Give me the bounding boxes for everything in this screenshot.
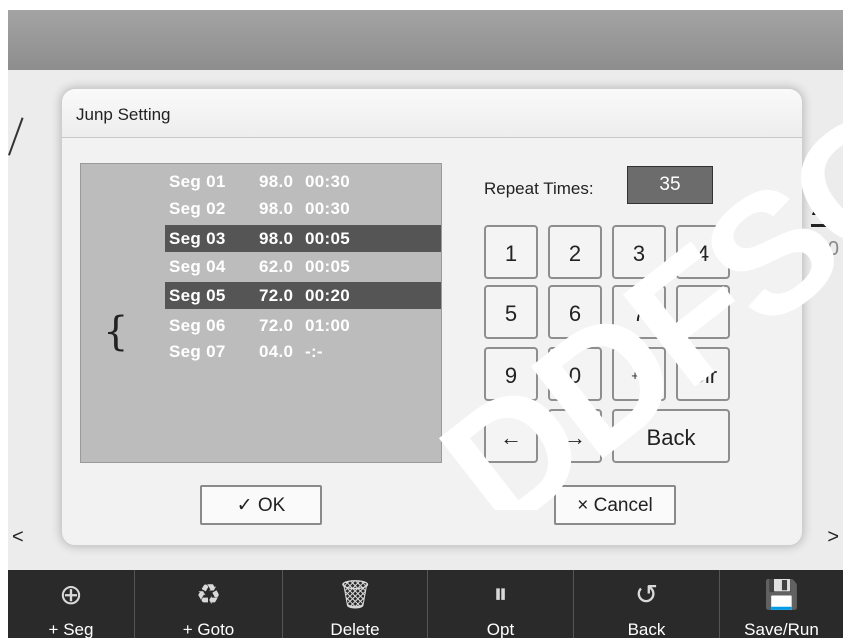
background-divider (811, 224, 843, 227)
loop-bracket-icon: { (103, 309, 129, 355)
options-button[interactable]: ⏸ Opt (428, 570, 574, 638)
toolbar-label: Save/Run (744, 620, 819, 638)
key-sign[interactable]: +/- (612, 347, 666, 401)
segment-time: 00:05 (305, 229, 350, 248)
scroll-right-button[interactable]: > (827, 526, 839, 549)
segment-time: 01:00 (305, 316, 350, 335)
segment-temp: 72.0 (259, 286, 294, 305)
add-segment-button[interactable]: ⊕ + Seg (8, 570, 135, 638)
add-segment-icon: ⊕ (59, 579, 83, 610)
back-icon: ↺ (634, 579, 659, 610)
key-6[interactable]: 6 (548, 285, 602, 339)
toolbar-label: Back (627, 620, 666, 638)
key-5[interactable]: 5 (484, 285, 538, 339)
segment-time: 00:05 (305, 257, 350, 276)
segment-name: Seg 07 (169, 342, 226, 361)
segment-name: Seg 01 (169, 172, 226, 191)
save-run-icon: 💾 (764, 579, 799, 610)
pause-icon: ⏸ (493, 578, 508, 609)
segment-name: Seg 05 (169, 286, 226, 305)
segment-time: 00:30 (305, 172, 350, 191)
repeat-times-input[interactable]: 35 (627, 166, 713, 204)
key-4[interactable]: 4 (676, 225, 730, 279)
key-7[interactable]: 7 (612, 285, 666, 339)
recycle-icon: ♻ (195, 579, 222, 610)
key-9[interactable]: 9 (484, 347, 538, 401)
dialog-header: Junp Setting (62, 89, 802, 138)
segment-temp: 98.0 (259, 229, 294, 248)
segment-time: 00:30 (305, 199, 350, 218)
key-1[interactable]: 1 (484, 225, 538, 279)
toolbar-label: + Seg (48, 620, 94, 638)
segment-name: Seg 02 (169, 199, 226, 218)
toolbar-label: Opt (486, 620, 515, 638)
ok-button[interactable]: ✓ OK (200, 485, 322, 525)
key-clear[interactable]: Clr (676, 347, 730, 401)
segment-row[interactable]: Seg 06 72.0 01:00 (165, 312, 441, 339)
key-2[interactable]: 2 (548, 225, 602, 279)
segment-time: 00:20 (305, 286, 350, 305)
segment-row[interactable]: Seg 04 62.0 00:05 (165, 253, 441, 280)
repeat-times-label: Repeat Times: (484, 179, 594, 198)
screen: 2.0 :00 < > Junp Setting { Seg 01 98.0 0… (8, 10, 843, 638)
segment-row[interactable]: Seg 05 72.0 00:20 (165, 282, 441, 309)
background-graph-line (8, 117, 24, 156)
segment-name: Seg 04 (169, 257, 226, 276)
segment-temp: 98.0 (259, 172, 294, 191)
background-value-1: 2.0 (811, 198, 839, 220)
segment-temp: 98.0 (259, 199, 294, 218)
key-0[interactable]: 0 (548, 347, 602, 401)
cursor-right-button[interactable]: → (548, 409, 602, 463)
segment-time: -:- (305, 342, 323, 361)
trash-icon: 🗑 (337, 579, 373, 610)
cursor-left-button[interactable]: ← (484, 409, 538, 463)
scroll-left-button[interactable]: < (12, 526, 24, 549)
back-button[interactable]: ↺ Back (574, 570, 720, 638)
key-3[interactable]: 3 (612, 225, 666, 279)
key-backspace[interactable]: Back (612, 409, 730, 463)
segment-row[interactable]: Seg 07 04.0 -:- (165, 338, 441, 365)
segment-list: { Seg 01 98.0 00:30 Seg 02 98.0 00:30 Se… (80, 163, 442, 463)
add-goto-button[interactable]: ♻ + Goto (135, 570, 283, 638)
segment-temp: 62.0 (259, 257, 294, 276)
delete-button[interactable]: 🗑 Delete (283, 570, 428, 638)
segment-name: Seg 03 (169, 229, 226, 248)
cancel-button[interactable]: × Cancel (554, 485, 676, 525)
segment-name: Seg 06 (169, 316, 226, 335)
dialog-title: Junp Setting (76, 105, 171, 124)
background-value-2: :00 (811, 238, 839, 260)
key-8[interactable]: 8 (676, 285, 730, 339)
segment-temp: 72.0 (259, 316, 294, 335)
segment-row[interactable]: Seg 02 98.0 00:30 (165, 195, 441, 222)
toolbar-label: Delete (330, 620, 380, 638)
top-bar (8, 10, 843, 70)
segment-row[interactable]: Seg 01 98.0 00:30 (165, 168, 441, 195)
jump-setting-dialog: Junp Setting { Seg 01 98.0 00:30 Seg 02 … (61, 88, 803, 546)
bottom-toolbar: ⊕ + Seg ♻ + Goto 🗑 Delete ⏸ Opt ↺ Back 💾… (8, 570, 843, 638)
save-run-button[interactable]: 💾 Save/Run (720, 570, 843, 638)
segment-temp: 04.0 (259, 342, 294, 361)
toolbar-label: + Goto (182, 620, 235, 638)
segment-row[interactable]: Seg 03 98.0 00:05 (165, 225, 441, 252)
